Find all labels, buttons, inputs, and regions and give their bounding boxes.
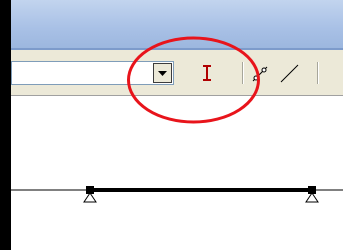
screenshot-stage (0, 0, 343, 250)
node-line-icon (252, 66, 268, 82)
toolbar-separator (242, 62, 244, 84)
window-edge (0, 0, 11, 250)
combo-dropdown-button[interactable] (153, 63, 172, 83)
dropdown-arrow-icon (158, 71, 167, 76)
text-cursor-tool-button[interactable] (195, 61, 219, 85)
line-icon (280, 64, 299, 83)
toolbar (11, 50, 343, 96)
toolbar-separator (317, 62, 319, 84)
right-support-icon (305, 192, 319, 203)
node-line-tool-button[interactable] (247, 61, 271, 85)
left-support-icon (83, 192, 97, 203)
drawing-canvas[interactable] (11, 96, 343, 250)
title-bar (11, 0, 343, 50)
i-beam-icon (203, 65, 211, 81)
layer-combo[interactable] (11, 61, 174, 85)
line-tool-button[interactable] (277, 61, 301, 85)
beam-diagram (11, 186, 343, 203)
